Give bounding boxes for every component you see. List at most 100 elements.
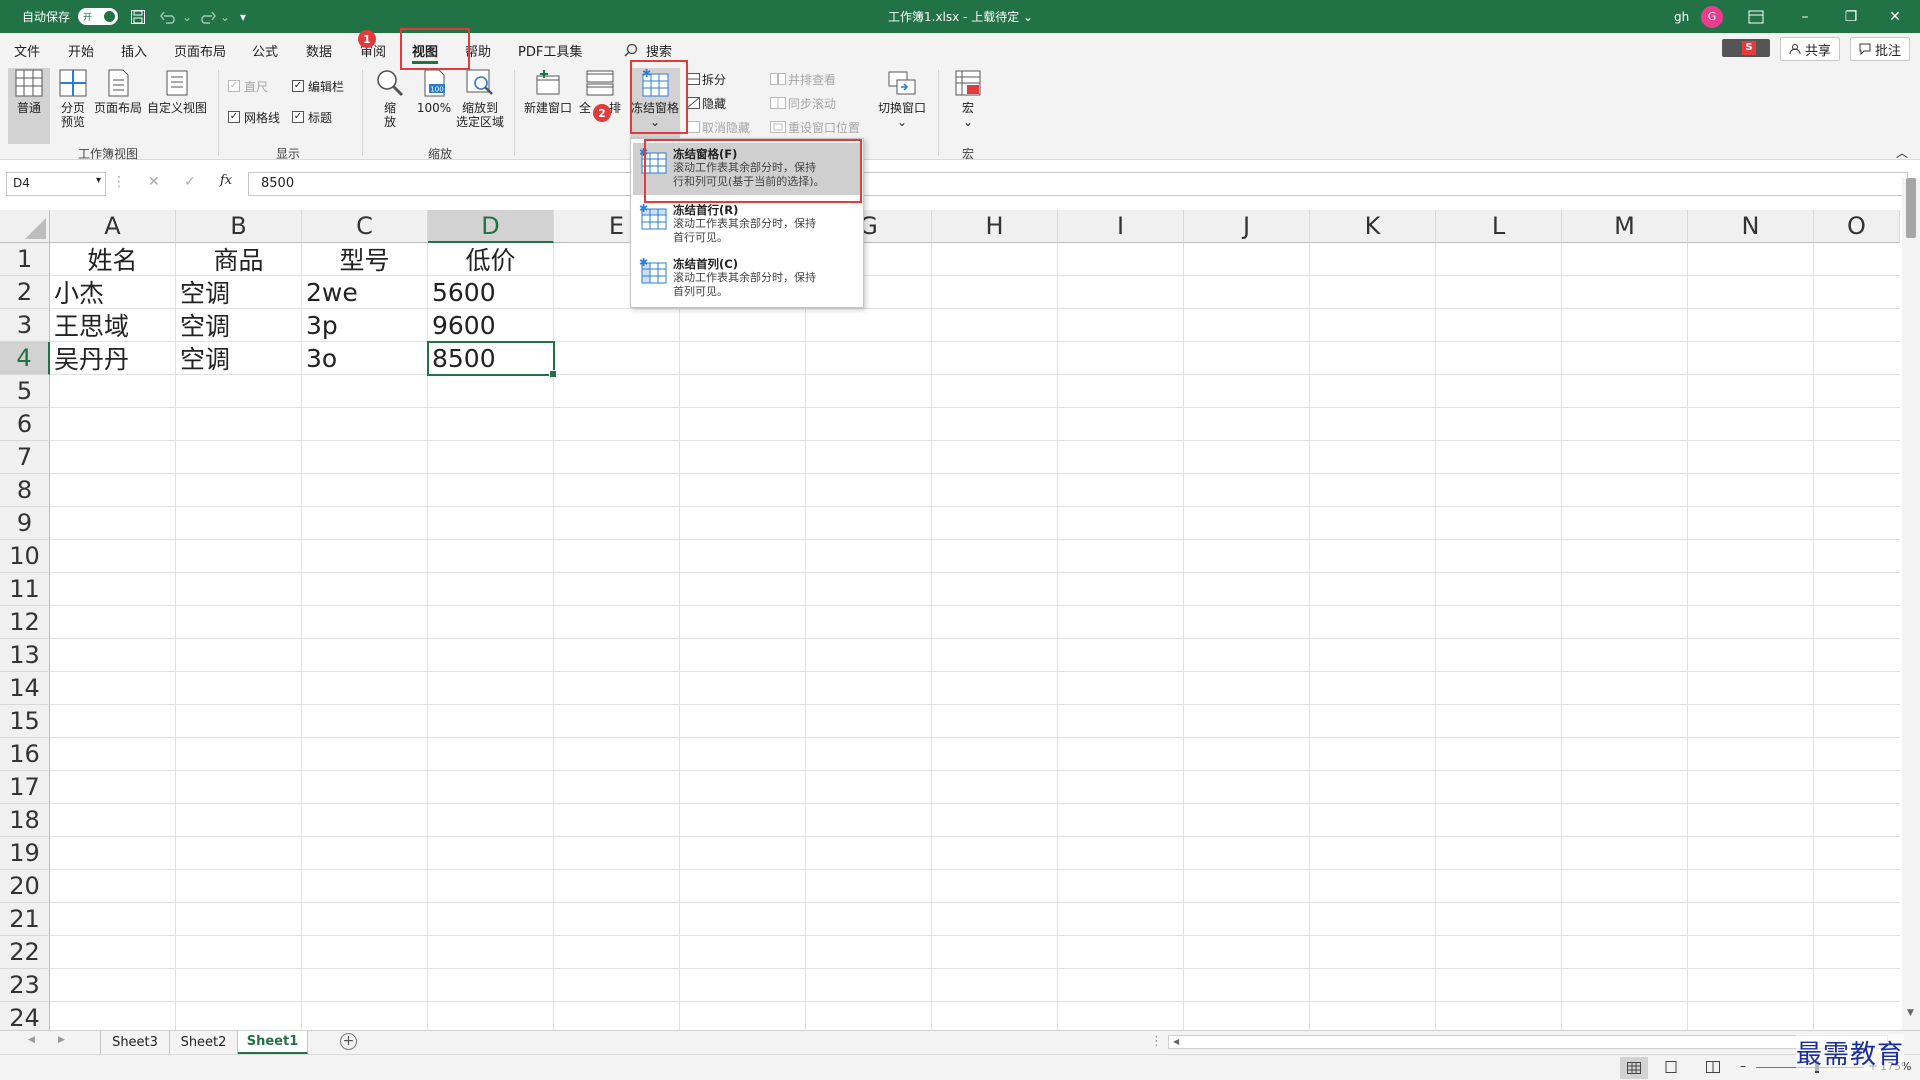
row-header[interactable]: 13 <box>0 639 50 672</box>
tab-data[interactable]: 数据 <box>306 39 332 61</box>
cancel-icon[interactable]: ✕ <box>148 174 160 190</box>
customize-qat-icon[interactable]: ▾ <box>240 0 246 33</box>
next-sheet-icon[interactable]: ▶ <box>58 1035 65 1045</box>
cell-d1[interactable]: 低价 <box>428 243 554 276</box>
addin-badge[interactable]: S <box>1722 39 1770 57</box>
row-header[interactable]: 18 <box>0 804 50 837</box>
row-header[interactable]: 12 <box>0 606 50 639</box>
view-side-by-side-button[interactable]: 并排查看 <box>770 70 836 88</box>
column-header[interactable]: M <box>1562 210 1688 243</box>
comments-button[interactable]: 批注 <box>1850 37 1911 61</box>
page-break-status-button[interactable] <box>1706 1061 1720 1076</box>
column-header[interactable]: C <box>302 210 428 243</box>
zoom-button[interactable]: 缩 放 <box>372 68 408 129</box>
redo-icon[interactable] <box>198 0 216 33</box>
freeze-panes-button[interactable]: ✱ 冻结窗格 ⌄ <box>630 68 680 144</box>
row-header[interactable]: 24 <box>0 1002 50 1030</box>
tab-help[interactable]: 帮助 <box>465 39 491 61</box>
row-header[interactable]: 14 <box>0 672 50 705</box>
headings-checkbox[interactable]: ✓ 标题 <box>292 108 332 126</box>
share-button[interactable]: 共享 <box>1780 37 1841 61</box>
scroll-left-icon[interactable]: ◀ <box>1173 1037 1179 1046</box>
row-header[interactable]: 15 <box>0 705 50 738</box>
menu-item-freeze-panes[interactable]: ✱ 冻结窗格(F) 滚动工作表其余部分时，保持 行和列可见(基于当前的选择)。 <box>633 143 861 195</box>
sheet-tab-sheet1[interactable]: Sheet1 <box>238 1031 308 1054</box>
cell-a1[interactable]: 姓名 <box>50 243 176 276</box>
restore-button[interactable]: ❐ <box>1828 0 1874 33</box>
row-header[interactable]: 10 <box>0 540 50 573</box>
row-header[interactable]: 21 <box>0 903 50 936</box>
cell-c1[interactable]: 型号 <box>302 243 428 276</box>
cell-a2[interactable]: 小杰 <box>50 276 176 309</box>
column-header[interactable]: A <box>50 210 176 243</box>
column-header[interactable]: O <box>1814 210 1900 243</box>
collapse-ribbon-icon[interactable]: ︿ <box>1896 144 1908 161</box>
menu-item-freeze-first-column[interactable]: ✱ 冻结首列(C) 滚动工作表其余部分时，保持 首列可见。 <box>633 253 861 305</box>
cell-c3[interactable]: 3p <box>302 309 428 342</box>
column-header[interactable]: K <box>1310 210 1436 243</box>
minimize-button[interactable]: – <box>1782 0 1828 33</box>
cell-b3[interactable]: 空调 <box>176 309 302 342</box>
tab-view[interactable]: 视图 <box>412 39 439 64</box>
row-header[interactable]: 1 <box>0 243 50 276</box>
row-header[interactable]: 3 <box>0 309 50 342</box>
column-header[interactable]: B <box>176 210 302 243</box>
column-header[interactable]: J <box>1184 210 1310 243</box>
row-header[interactable]: 22 <box>0 936 50 969</box>
cell-b1[interactable]: 商品 <box>176 243 302 276</box>
tab-insert[interactable]: 插入 <box>121 39 147 61</box>
undo-icon[interactable] <box>160 0 178 33</box>
menu-item-freeze-top-row[interactable]: ✱ 冻结首行(R) 滚动工作表其余部分时，保持 首行可见。 <box>633 199 861 251</box>
normal-view-button[interactable]: 普通 <box>8 68 50 144</box>
row-header[interactable]: 4 <box>0 342 50 375</box>
sheet-tab-sheet2[interactable]: Sheet2 <box>170 1031 238 1054</box>
cell-a4[interactable]: 吴丹丹 <box>50 342 176 375</box>
add-sheet-button[interactable]: + <box>340 1033 357 1050</box>
reset-window-position-button[interactable]: 重设窗口位置 <box>770 118 860 136</box>
cell-b2[interactable]: 空调 <box>176 276 302 309</box>
page-layout-status-button[interactable] <box>1664 1061 1678 1076</box>
tab-file[interactable]: 文件 <box>14 39 40 61</box>
scrollbar-thumb[interactable] <box>1906 178 1916 238</box>
zoom-out-button[interactable]: – <box>1740 1059 1746 1073</box>
sheet-tab-sheet3[interactable]: Sheet3 <box>100 1031 170 1054</box>
row-header[interactable]: 20 <box>0 870 50 903</box>
cell-d3[interactable]: 9600 <box>428 309 554 342</box>
close-button[interactable]: ✕ <box>1872 0 1918 33</box>
macros-button[interactable]: 宏 ⌄ <box>948 68 988 129</box>
ribbon-display-icon[interactable] <box>1748 0 1764 33</box>
page-break-preview-button[interactable]: 分页 预览 <box>54 68 92 129</box>
row-header[interactable]: 7 <box>0 441 50 474</box>
row-header[interactable]: 17 <box>0 771 50 804</box>
cell-a3[interactable]: 王思域 <box>50 309 176 342</box>
sync-scroll-button[interactable]: 同步滚动 <box>770 94 836 112</box>
page-layout-view-button[interactable]: 页面布局 <box>92 68 144 115</box>
scroll-down-icon[interactable]: ▼ <box>1907 1008 1914 1018</box>
gridlines-checkbox[interactable]: ✓ 网格线 <box>228 108 280 126</box>
avatar[interactable]: G <box>1701 5 1723 28</box>
row-header[interactable]: 9 <box>0 507 50 540</box>
column-header[interactable]: N <box>1688 210 1814 243</box>
column-header[interactable]: L <box>1436 210 1562 243</box>
formula-input[interactable]: 8500 <box>248 172 1908 196</box>
tab-page-layout[interactable]: 页面布局 <box>174 39 226 61</box>
tab-formulas[interactable]: 公式 <box>252 39 278 61</box>
zoom-to-selection-button[interactable]: 缩放到 选定区域 <box>454 68 506 129</box>
undo-dropdown-icon[interactable]: ⌄ <box>182 0 192 33</box>
row-header[interactable]: 23 <box>0 969 50 1002</box>
unhide-button[interactable]: 取消隐藏 <box>686 118 750 136</box>
name-box[interactable]: D4 ▾ <box>6 172 106 196</box>
cell-d2[interactable]: 5600 <box>428 276 554 309</box>
normal-view-status-button[interactable] <box>1620 1057 1648 1079</box>
cell-c2[interactable]: 2we <box>302 276 428 309</box>
row-header[interactable]: 2 <box>0 276 50 309</box>
row-header[interactable]: 8 <box>0 474 50 507</box>
column-header[interactable]: I <box>1058 210 1184 243</box>
horizontal-scrollbar[interactable]: ◀ <box>1168 1035 1888 1049</box>
vertical-scrollbar[interactable]: ▼ <box>1902 178 1920 1030</box>
formula-bar-checkbox[interactable]: ✓ 编辑栏 <box>292 77 344 95</box>
formula-bar-drag-icon[interactable]: ⋮ <box>112 174 126 190</box>
new-window-button[interactable]: 新建窗口 <box>522 68 574 115</box>
column-header[interactable]: D <box>428 210 554 243</box>
custom-views-button[interactable]: 自定义视图 <box>146 68 208 115</box>
